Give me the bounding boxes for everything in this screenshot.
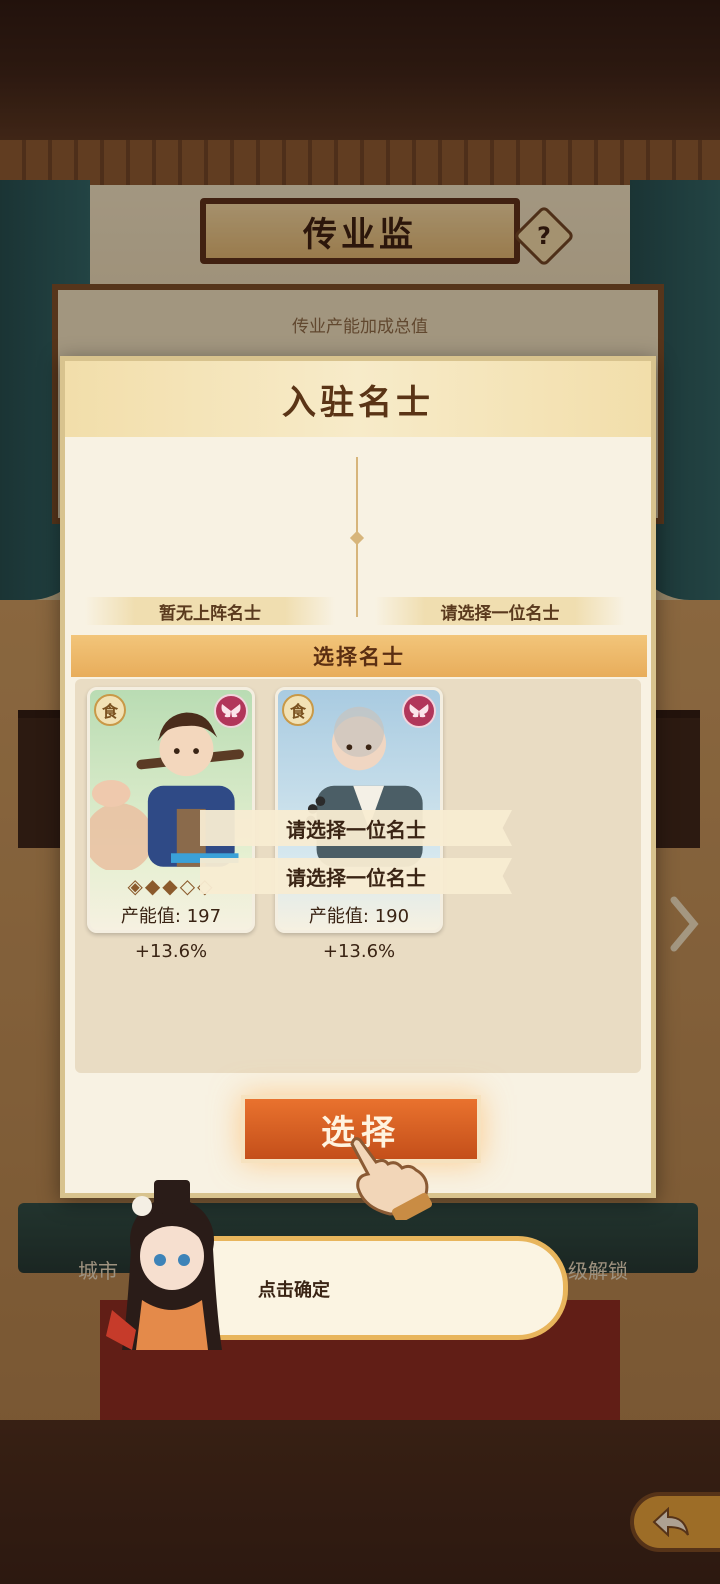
output-value: 产能值: 190 bbox=[308, 906, 410, 927]
output-value: 产能值: 197 bbox=[120, 906, 222, 927]
hint-tooltip-1: 请选择一位名士 bbox=[200, 810, 512, 846]
food-type-icon: 食 bbox=[282, 694, 314, 726]
bonus-value: +13.6% bbox=[322, 941, 396, 962]
modal-title: 入驻名士 bbox=[282, 382, 434, 423]
section-title: 选择名士 bbox=[71, 635, 647, 677]
select-scholar-modal: 入驻名士 暂无上阵名士 请选择一位名士 选择名士 食 ◈◆◆◇◇ 产能值: 19… bbox=[60, 356, 656, 1198]
pointing-hand-icon bbox=[350, 1137, 433, 1220]
slot-left-label: 暂无上阵名士 bbox=[85, 597, 335, 625]
slot-divider-diamond bbox=[349, 530, 365, 546]
modal-header: 入驻名士 bbox=[65, 361, 651, 437]
moth-emblem-icon bbox=[402, 694, 436, 728]
bonus-value: +13.6% bbox=[134, 941, 208, 962]
guide-character bbox=[106, 1180, 222, 1350]
hint-tooltip-2: 请选择一位名士 bbox=[200, 858, 512, 894]
moth-emblem-icon bbox=[214, 694, 248, 728]
guide-text: 点击确定 bbox=[258, 1280, 330, 1301]
food-type-icon: 食 bbox=[94, 694, 126, 726]
slot-right-label[interactable]: 请选择一位名士 bbox=[375, 597, 625, 625]
